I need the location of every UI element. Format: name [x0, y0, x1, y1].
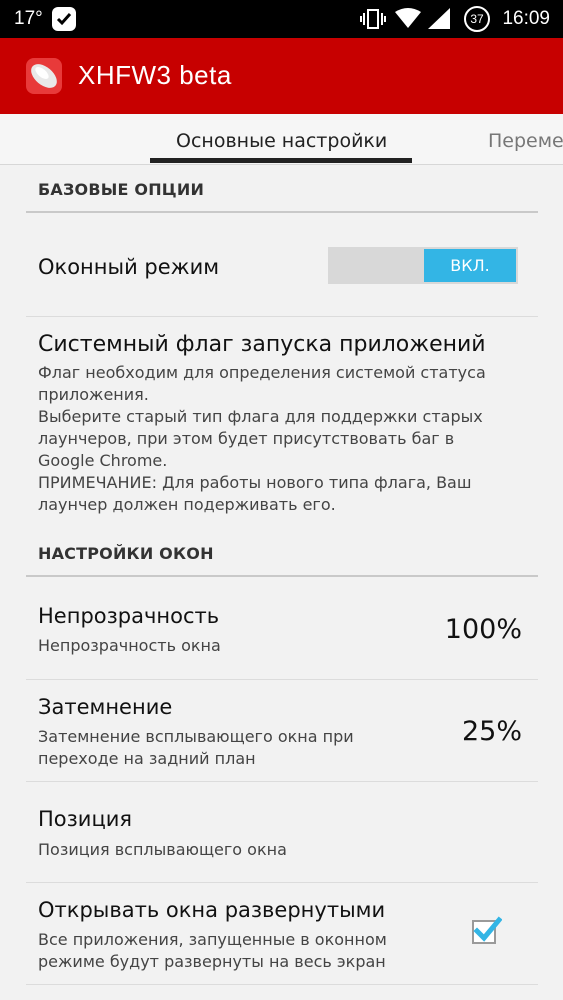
- launch-flag-description: Флаг необходим для определения системой …: [38, 362, 508, 516]
- row-divider: [26, 316, 538, 317]
- app-logo-icon[interactable]: [24, 56, 64, 96]
- clock: 16:09: [502, 8, 550, 29]
- vibrate-icon: [360, 8, 386, 35]
- row-divider: [26, 984, 538, 985]
- tab-main-settings[interactable]: Основные настройки: [176, 130, 387, 152]
- subtitle-line: режиме будут развернуты на весь экран: [38, 952, 386, 971]
- action-bar: XHFW3 beta: [0, 38, 563, 114]
- section-divider: [26, 575, 538, 577]
- section-divider: [26, 211, 538, 213]
- maximized-subtitle: Все приложения, запущенные в оконном реж…: [38, 929, 438, 973]
- description-line: Выберите старый тип флага для поддержки …: [38, 407, 483, 426]
- status-bar: 17° 37 16:09: [0, 0, 563, 38]
- section-header-basic: БАЗОВЫЕ ОПЦИИ: [38, 180, 205, 199]
- description-line: лаунчеров, при этом будет присутствовать…: [38, 429, 455, 448]
- maximized-title: Открывать окна развернутыми: [38, 898, 386, 922]
- section-header-window: НАСТРОЙКИ ОКОН: [38, 544, 214, 563]
- maximized-checkbox[interactable]: [472, 916, 502, 944]
- row-divider: [26, 781, 538, 782]
- row-divider: [26, 882, 538, 883]
- description-line: приложения.: [38, 385, 149, 404]
- window-mode-title: Оконный режим: [38, 255, 220, 279]
- tab-indicator: [150, 158, 412, 163]
- opacity-title: Непрозрачность: [38, 604, 220, 628]
- battery-icon: 37: [464, 6, 490, 32]
- opacity-value: 100%: [444, 614, 522, 645]
- dim-value: 25%: [461, 716, 522, 747]
- dim-subtitle: Затемнение всплывающего окна при переход…: [38, 726, 508, 770]
- signal-icon: [428, 8, 452, 35]
- subtitle-line: Затемнение всплывающего окна при: [38, 727, 354, 746]
- temperature-text: 17°: [14, 8, 43, 29]
- position-subtitle: Позиция всплывающего окна: [38, 840, 287, 859]
- tab-next[interactable]: Переме: [488, 130, 563, 152]
- dim-title: Затемнение: [38, 695, 173, 719]
- opacity-subtitle: Непрозрачность окна: [38, 636, 221, 655]
- checkmark-icon: [473, 916, 502, 942]
- launch-flag-title: Системный флаг запуска приложений: [38, 332, 486, 357]
- subtitle-line: Все приложения, запущенные в оконном: [38, 930, 387, 949]
- description-line: ПРИМЕЧАНИЕ: Для работы нового типа флага…: [38, 473, 472, 492]
- whatsapp-icon: [52, 7, 76, 31]
- description-line: Флаг необходим для определения системой …: [38, 363, 486, 382]
- window-mode-toggle[interactable]: ВКЛ.: [328, 247, 518, 284]
- subtitle-line: переходе на задний план: [38, 749, 256, 768]
- description-line: лаунчер должен подерживать его.: [38, 495, 336, 514]
- tab-bar: Основные настройки Переме: [0, 114, 563, 165]
- wifi-icon: [395, 8, 421, 35]
- row-divider: [26, 679, 538, 680]
- description-line: Google Chrome.: [38, 451, 168, 470]
- app-title: XHFW3 beta: [78, 60, 232, 90]
- position-title: Позиция: [38, 807, 133, 831]
- toggle-on-label: ВКЛ.: [424, 249, 516, 282]
